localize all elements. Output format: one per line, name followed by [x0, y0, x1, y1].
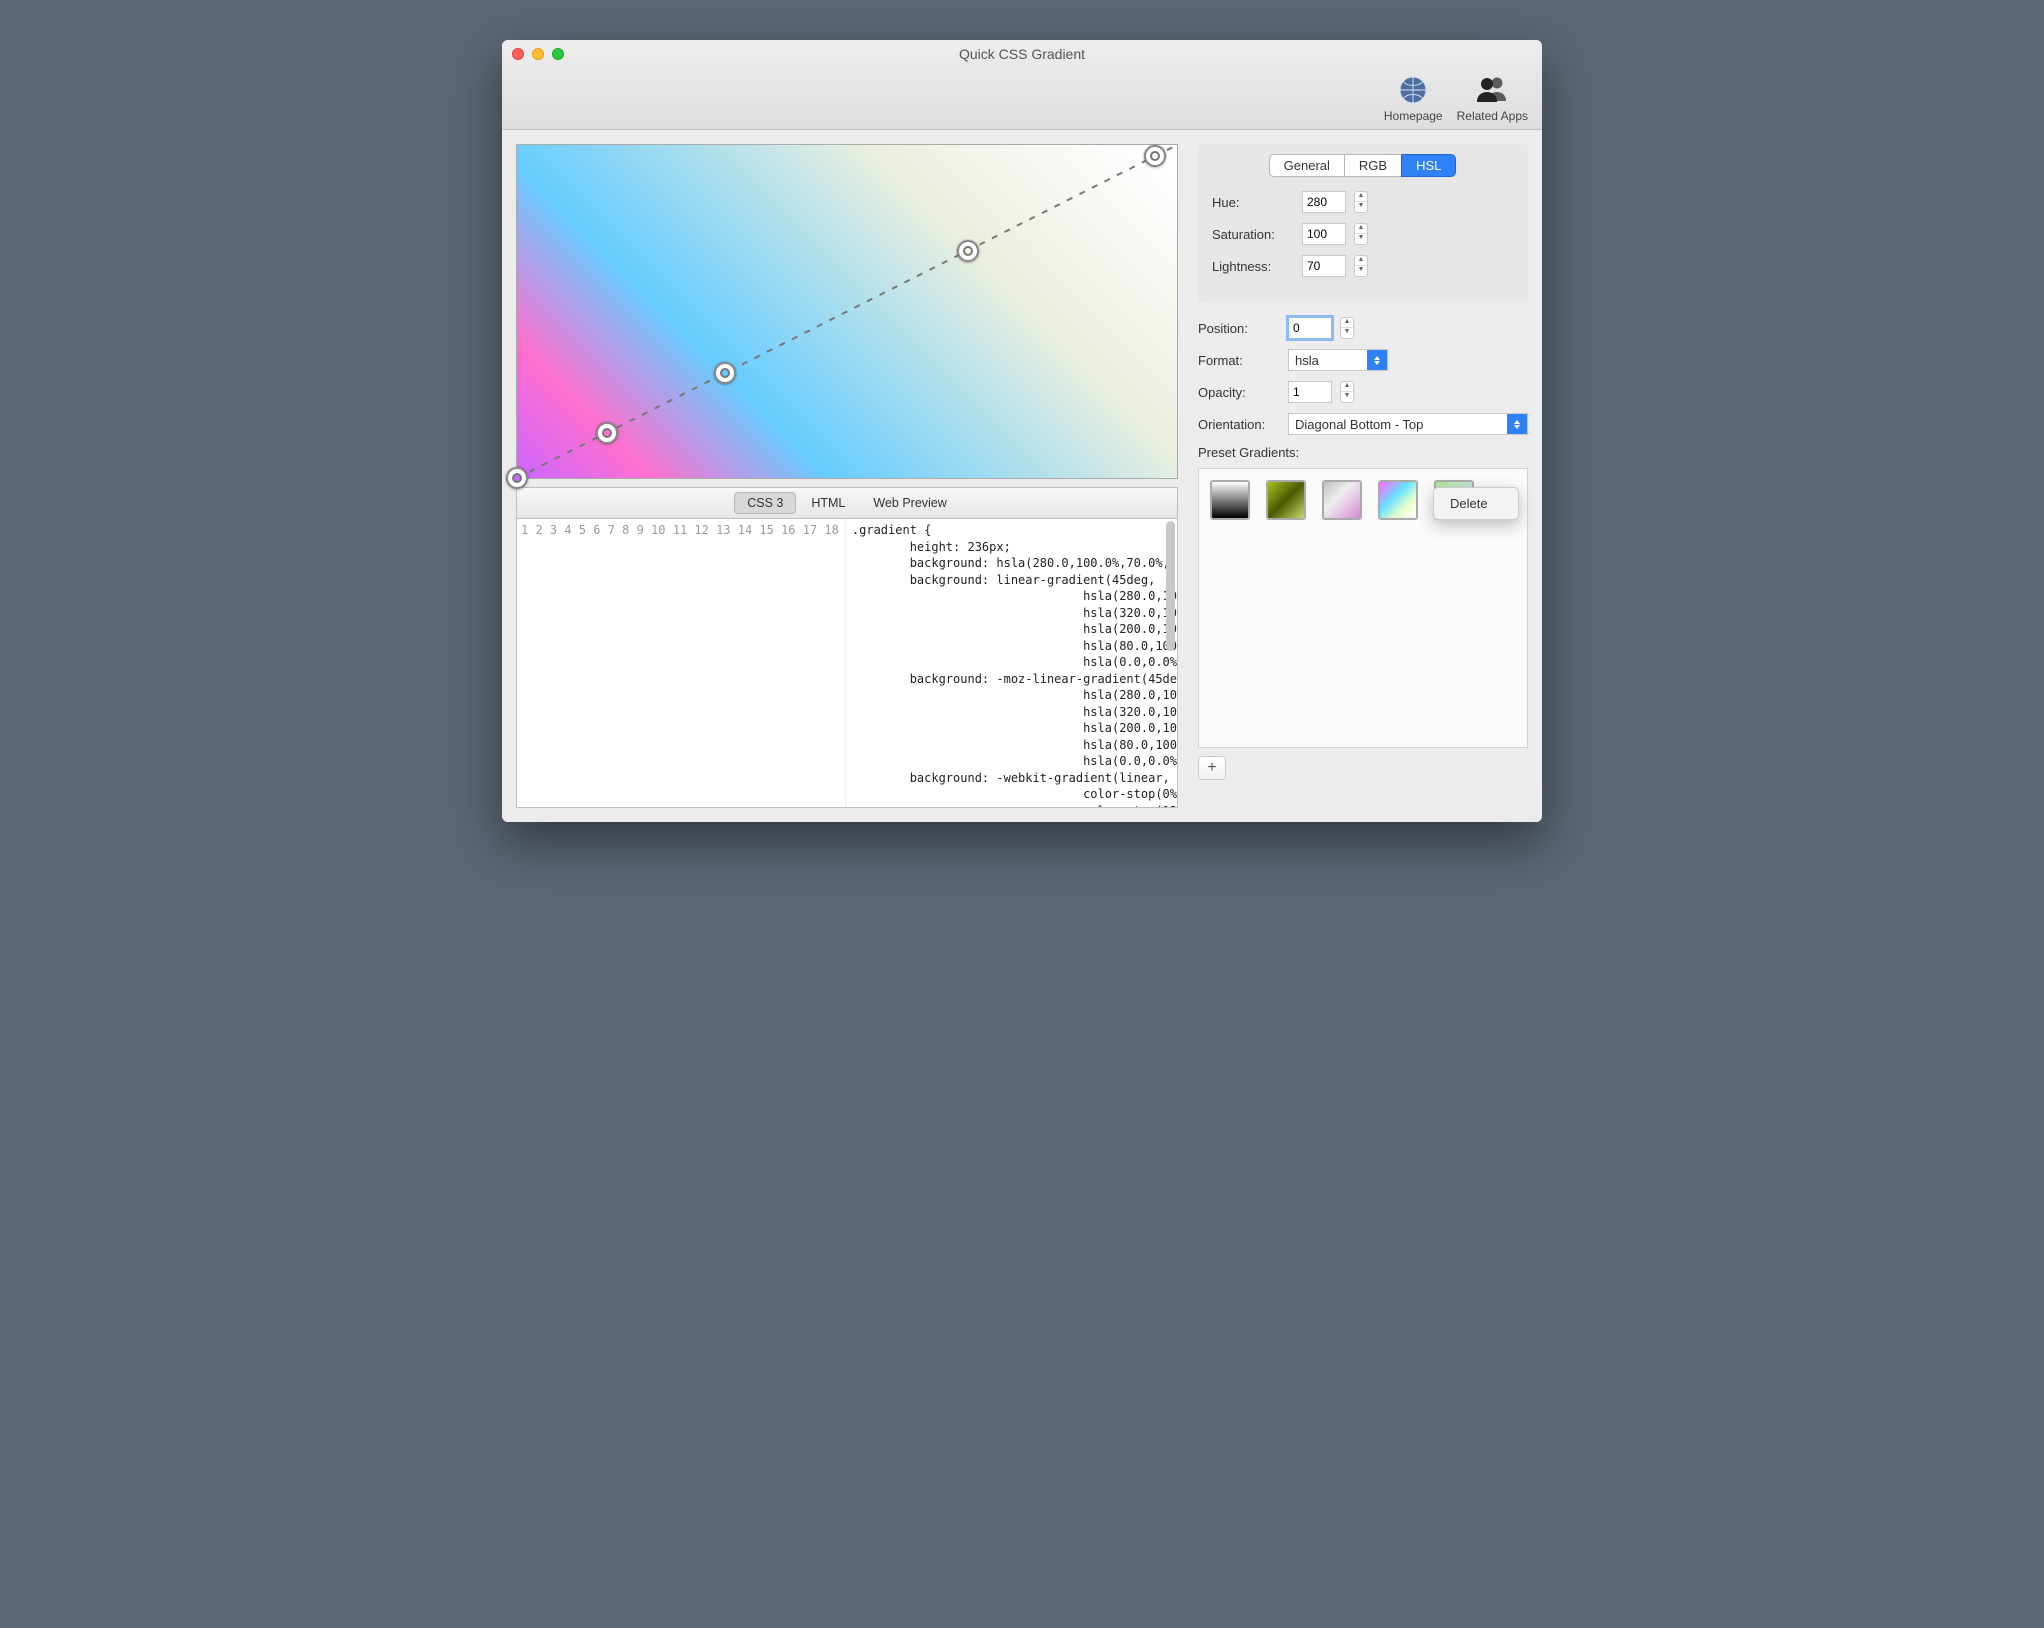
color-tab-rgb[interactable]: RGB: [1344, 154, 1402, 177]
gradient-stop[interactable]: [506, 467, 528, 489]
lightness-input[interactable]: [1302, 255, 1346, 277]
format-label: Format:: [1198, 353, 1280, 368]
format-select[interactable]: hsla: [1288, 349, 1388, 371]
color-panel: GeneralRGBHSL Hue: ▲▼ Saturation: ▲▼ Lig…: [1198, 144, 1528, 303]
homepage-button[interactable]: Homepage: [1384, 74, 1443, 123]
saturation-label: Saturation:: [1212, 227, 1294, 242]
color-mode-segmented: GeneralRGBHSL: [1212, 154, 1514, 177]
scrollbar[interactable]: [1166, 521, 1175, 651]
people-icon: [1457, 74, 1528, 106]
code-tab-web-preview[interactable]: Web Preview: [860, 492, 959, 514]
hue-input[interactable]: [1302, 191, 1346, 213]
presets-label: Preset Gradients:: [1198, 445, 1528, 460]
gradient-stop[interactable]: [596, 422, 618, 444]
opacity-stepper[interactable]: ▲▼: [1340, 381, 1354, 403]
preset-swatch[interactable]: [1267, 481, 1305, 519]
preset-grid: Delete: [1198, 468, 1528, 748]
gradient-stop[interactable]: [1144, 145, 1166, 167]
lightness-label: Lightness:: [1212, 259, 1294, 274]
app-window: Quick CSS Gradient Homepage Related Apps…: [502, 40, 1542, 822]
opacity-input[interactable]: [1288, 381, 1332, 403]
gradient-stop[interactable]: [957, 240, 979, 262]
globe-icon: [1384, 74, 1443, 106]
code-tab-html[interactable]: HTML: [798, 492, 858, 514]
chevron-updown-icon: [1367, 350, 1387, 370]
context-menu: Delete: [1433, 487, 1519, 520]
code-tabs: CSS 3HTMLWeb Preview: [516, 487, 1178, 518]
orientation-select[interactable]: Diagonal Bottom - Top: [1288, 413, 1528, 435]
gradient-preview[interactable]: [516, 144, 1178, 479]
orientation-value: Diagonal Bottom - Top: [1295, 417, 1423, 432]
related-apps-button[interactable]: Related Apps: [1457, 74, 1528, 123]
format-value: hsla: [1295, 353, 1319, 368]
related-apps-label: Related Apps: [1457, 109, 1528, 123]
homepage-label: Homepage: [1384, 109, 1443, 123]
titlebar: Quick CSS Gradient Homepage Related Apps: [502, 40, 1542, 130]
opacity-label: Opacity:: [1198, 385, 1280, 400]
window-title: Quick CSS Gradient: [502, 46, 1542, 62]
code-text[interactable]: .gradient { height: 236px; background: h…: [846, 519, 1177, 807]
preset-swatch[interactable]: [1323, 481, 1361, 519]
lightness-stepper[interactable]: ▲▼: [1354, 255, 1368, 277]
position-label: Position:: [1198, 321, 1280, 336]
orientation-label: Orientation:: [1198, 417, 1280, 432]
position-input[interactable]: [1288, 317, 1332, 339]
hue-label: Hue:: [1212, 195, 1294, 210]
context-menu-delete[interactable]: Delete: [1438, 493, 1514, 514]
preset-swatch[interactable]: [1379, 481, 1417, 519]
hue-stepper[interactable]: ▲▼: [1354, 191, 1368, 213]
preset-swatch[interactable]: [1211, 481, 1249, 519]
code-area: 1 2 3 4 5 6 7 8 9 10 11 12 13 14 15 16 1…: [516, 518, 1178, 808]
gradient-stop[interactable]: [714, 362, 736, 384]
chevron-updown-icon: [1507, 414, 1527, 434]
code-tab-css-3[interactable]: CSS 3: [734, 492, 796, 514]
position-stepper[interactable]: ▲▼: [1340, 317, 1354, 339]
plus-icon: +: [1207, 759, 1216, 777]
color-tab-general[interactable]: General: [1269, 154, 1345, 177]
add-preset-button[interactable]: +: [1198, 756, 1226, 780]
saturation-input[interactable]: [1302, 223, 1346, 245]
saturation-stepper[interactable]: ▲▼: [1354, 223, 1368, 245]
code-gutter: 1 2 3 4 5 6 7 8 9 10 11 12 13 14 15 16 1…: [517, 519, 846, 807]
color-tab-hsl[interactable]: HSL: [1401, 154, 1456, 177]
